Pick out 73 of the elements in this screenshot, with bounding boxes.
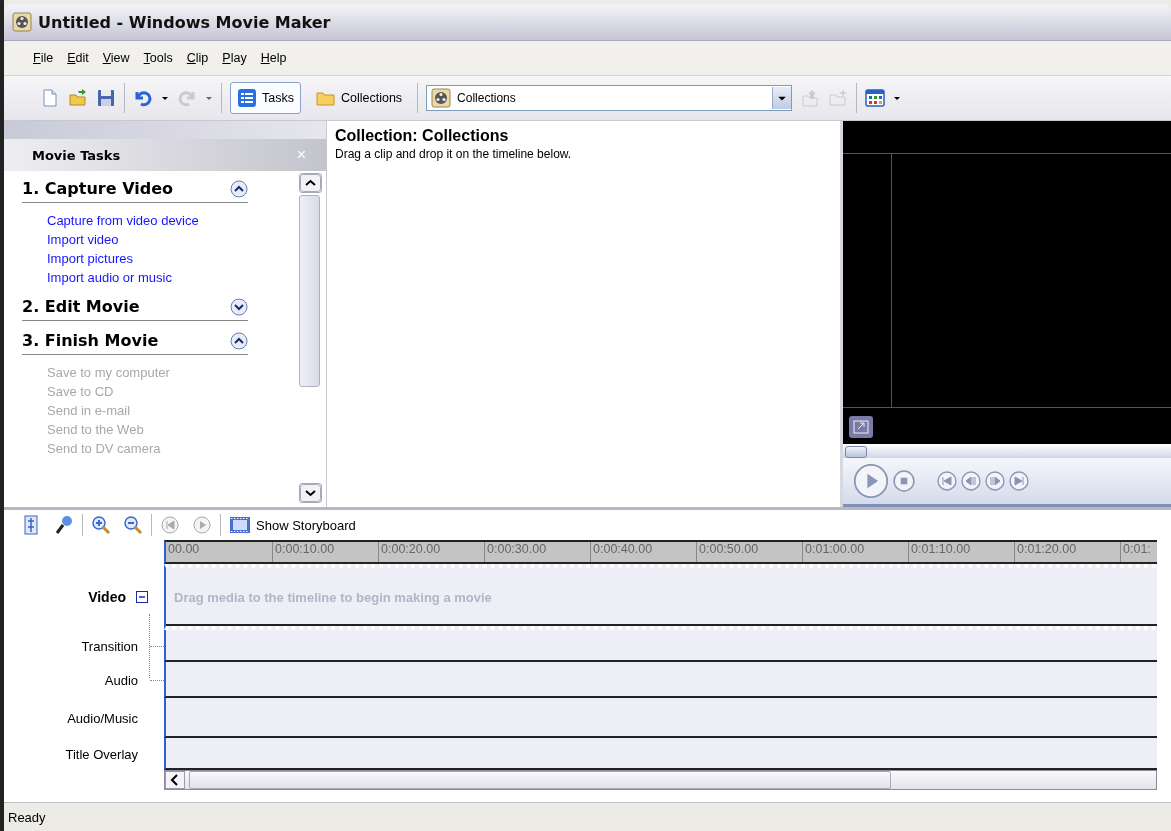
undo-icon[interactable] (133, 88, 153, 108)
task-link[interactable]: Import pictures (47, 251, 299, 266)
zoom-out-icon[interactable] (123, 515, 143, 535)
tasks-button[interactable]: Tasks (230, 82, 301, 114)
ruler-time-label: 0:00:50.00 (696, 542, 802, 562)
step-back-icon[interactable] (961, 471, 981, 491)
previous-frame-icon[interactable] (937, 471, 957, 491)
collections-button[interactable]: Collections (308, 82, 410, 114)
seek-slider-thumb[interactable] (845, 446, 867, 458)
scrollbar-thumb[interactable] (189, 771, 891, 789)
menu-item[interactable]: Help (253, 48, 294, 68)
task-link[interactable]: Capture from video device (47, 213, 299, 228)
scroll-up-icon[interactable] (299, 173, 322, 193)
collapse-chevron-icon[interactable] (230, 331, 248, 350)
views-icon[interactable] (865, 88, 886, 108)
ruler-time-label: 0:01:20.00 (1014, 542, 1120, 562)
ruler-time-label: 0:00:30.00 (484, 542, 590, 562)
ruler-time-label: 0:00:20.00 (378, 542, 484, 562)
collapse-icon[interactable] (136, 591, 148, 603)
task-link[interactable]: Import audio or music (47, 270, 299, 285)
menu-item[interactable]: Tools (136, 48, 180, 68)
expand-chevron-icon[interactable] (230, 297, 248, 316)
menu-item[interactable]: Clip (179, 48, 216, 68)
ruler-time-label: 00.00 (167, 542, 201, 558)
timeline-track[interactable] (164, 698, 1157, 738)
menu-item[interactable]: Play (215, 48, 254, 68)
film-reel-icon (431, 88, 452, 108)
section-header[interactable]: 3. Finish Movie (22, 331, 159, 350)
save-icon[interactable] (96, 88, 116, 108)
dropdown-caret-icon[interactable] (161, 94, 169, 102)
full-screen-icon[interactable] (849, 416, 873, 438)
track-label: Audio (104, 672, 138, 688)
stop-icon[interactable] (893, 470, 915, 492)
list-icon (237, 88, 257, 108)
open-folder-icon[interactable] (68, 88, 88, 108)
next-frame-icon[interactable] (1009, 471, 1029, 491)
scroll-down-icon[interactable] (299, 483, 322, 503)
menu-item[interactable]: View (95, 48, 137, 68)
collection-hint: Drag a clip and drop it on the timeline below. (335, 147, 573, 161)
ruler-time-label: 0:00:10.00 (272, 542, 378, 562)
task-link[interactable]: Import video (47, 232, 299, 247)
ruler-time-label: 0:00:40.00 (590, 542, 696, 562)
timeline-track[interactable] (164, 662, 1157, 698)
dropdown-caret-icon[interactable] (893, 94, 902, 102)
timeline-track[interactable] (164, 630, 1157, 662)
collection-heading: Collection: Collections (335, 127, 510, 145)
pane-title: Movie Tasks (32, 147, 121, 163)
window-title: Untitled - Windows Movie Maker (38, 12, 331, 32)
scrollbar-thumb[interactable] (299, 195, 320, 387)
scroll-left-icon[interactable] (165, 771, 185, 789)
app-icon (12, 12, 32, 32)
track-label: Transition (81, 638, 138, 654)
track-label: Title Overlay (65, 746, 138, 762)
timeline-hint: Drag media to the timeline to begin making a movie (174, 589, 492, 605)
collection-dropdown[interactable]: Collections (426, 85, 793, 111)
timeline-track[interactable] (164, 738, 1157, 770)
ruler-time-label: 0:01: (1120, 542, 1157, 562)
menu-item[interactable]: Edit (60, 48, 96, 68)
play-icon[interactable] (853, 463, 889, 499)
show-storyboard-button[interactable]: Show Storyboard (229, 515, 356, 535)
track-label: Audio/Music (67, 710, 138, 726)
menu-item[interactable]: File (26, 48, 61, 68)
status-text: Ready (8, 809, 46, 825)
ruler-time-label: 0:01:00.00 (802, 542, 908, 562)
section-header[interactable]: 2. Edit Movie (22, 297, 140, 316)
zoom-in-icon[interactable] (91, 515, 111, 535)
step-forward-icon[interactable] (985, 471, 1005, 491)
ruler-time-label: 0:01:10.00 (908, 542, 1014, 562)
filmstrip-icon (229, 515, 251, 535)
section-header[interactable]: 1. Capture Video (22, 179, 173, 198)
collapse-chevron-icon[interactable] (230, 179, 248, 198)
track-label: Video (88, 589, 126, 605)
microphone-icon[interactable] (54, 515, 74, 535)
